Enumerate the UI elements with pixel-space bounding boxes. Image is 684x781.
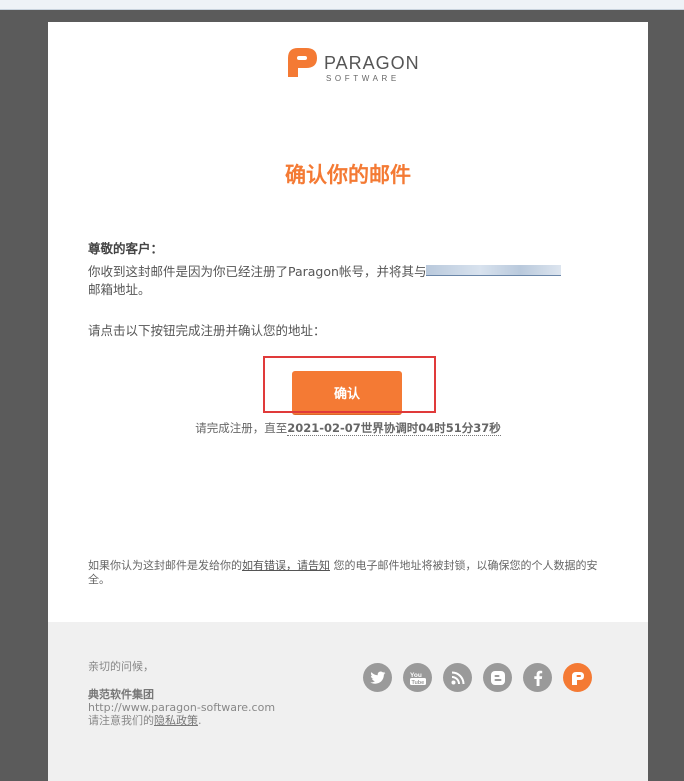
blogger-icon[interactable] xyxy=(483,663,512,692)
privacy-suffix: . xyxy=(198,714,202,727)
redacted-email-link[interactable] xyxy=(426,265,562,276)
body-line-2: 邮箱地址。 xyxy=(88,282,151,297)
email-card: PARAGON SOFTWARE 确认你的邮件 尊敬的客户： 你收到这封邮件是因… xyxy=(48,22,648,781)
instruction-text: 请点击以下按钮完成注册并确认您的地址： xyxy=(88,323,326,338)
website-link[interactable]: http://www.paragon-software.com xyxy=(88,701,275,714)
page-title: 确认你的邮件 xyxy=(285,163,411,187)
twitter-icon[interactable] xyxy=(363,663,392,692)
security-notice: 如果你认为这封邮件是发给你的如有错误，请告知 您的电子邮件地址将被封锁，以确保您… xyxy=(88,559,613,587)
svg-text:You: You xyxy=(410,672,422,679)
privacy-prefix: 请注意我们的 xyxy=(88,714,154,727)
notice-part-1: 如果你认为这封邮件是发给你的 xyxy=(88,559,242,572)
privacy-policy-link[interactable]: 隐私政策 xyxy=(154,714,198,727)
deadline-date: 2021-02-07世界协调时04时51分37秒 xyxy=(287,421,501,436)
paragon-logo-icon xyxy=(288,48,317,77)
browser-top-strip xyxy=(0,0,684,10)
rss-icon[interactable] xyxy=(443,663,472,692)
deadline-prefix: 请完成注册，直至 xyxy=(195,421,288,435)
highlight-annotation xyxy=(263,356,436,413)
logo-subtitle: SOFTWARE xyxy=(326,74,400,83)
logo-wordmark: PARAGON xyxy=(324,53,420,73)
paragon-icon[interactable] xyxy=(563,663,592,692)
paragon-logo: PARAGON SOFTWARE xyxy=(284,44,419,84)
privacy-line: 请注意我们的隐私政策. xyxy=(88,714,275,727)
signature-block: 典范软件集团 http://www.paragon-software.com 请… xyxy=(88,688,275,727)
greeting: 尊敬的客户： xyxy=(88,241,164,256)
report-error-link[interactable]: 如有错误，请告知 xyxy=(242,559,330,572)
body-line-1: 你收到这封邮件是因为你已经注册了Paragon帐号，并将其与 xyxy=(88,264,427,279)
facebook-icon[interactable] xyxy=(523,663,552,692)
email-footer: 亲切的问候， 典范软件集团 http://www.paragon-softwar… xyxy=(48,622,648,781)
company-name: 典范软件集团 xyxy=(88,688,154,701)
youtube-icon[interactable]: You Tube xyxy=(403,663,432,692)
regards-text: 亲切的问候， xyxy=(88,660,154,673)
svg-text:Tube: Tube xyxy=(411,680,424,686)
body-paragraph: 你收到这封邮件是因为你已经注册了Paragon帐号，并将其与 邮箱地址。 xyxy=(88,263,608,299)
deadline-text: 请完成注册，直至2021-02-07世界协调时04时51分37秒 xyxy=(48,420,648,436)
